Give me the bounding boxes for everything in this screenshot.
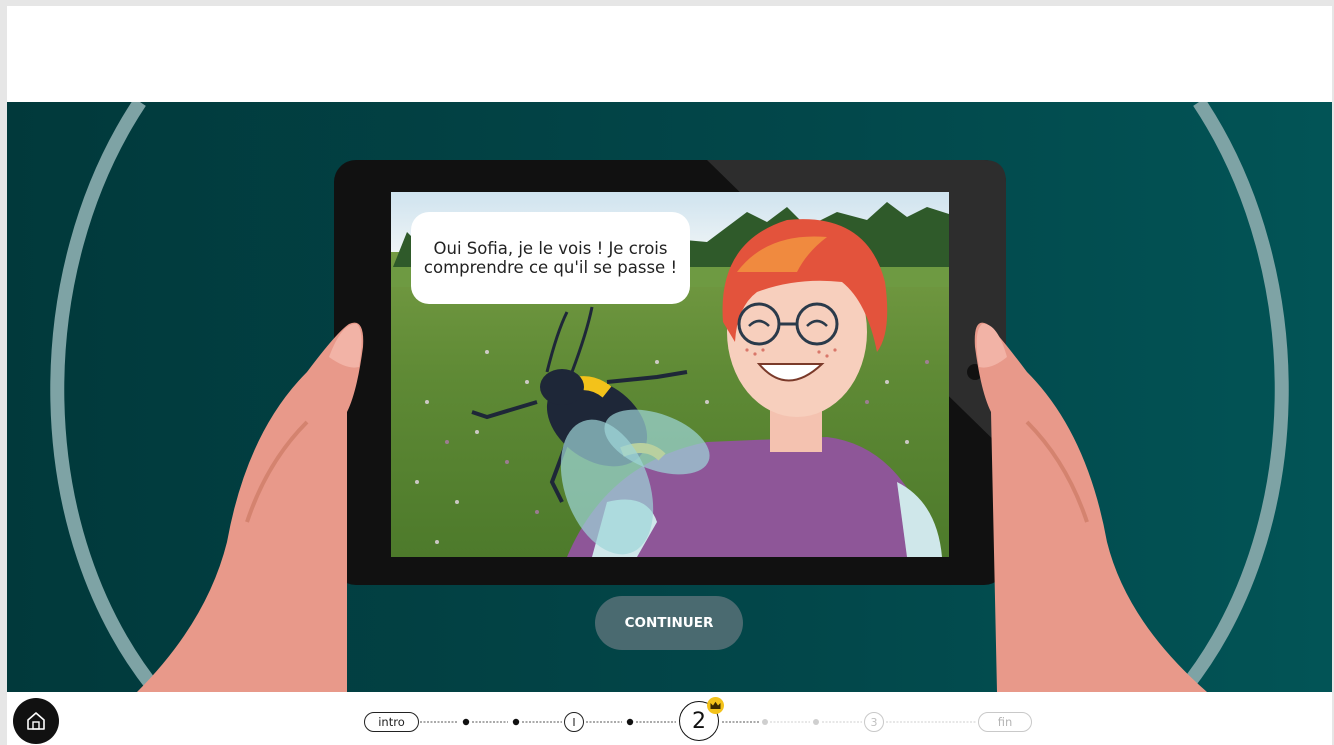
continue-button-label: CONTINUER xyxy=(624,615,714,631)
progress-dot xyxy=(762,719,768,725)
crown-badge xyxy=(707,697,724,714)
progress-chapter-1-label: I xyxy=(572,715,576,729)
progress-track xyxy=(420,718,976,726)
crown-icon xyxy=(710,701,721,709)
progress-chapter-3: 3 xyxy=(864,712,884,732)
progress-chapter-1[interactable]: I xyxy=(564,712,584,732)
progress-dot xyxy=(626,718,634,726)
progress-chapter-3-label: 3 xyxy=(870,715,878,729)
speech-bubble: Oui Sofia, je le vois ! Je crois compren… xyxy=(411,212,690,304)
progress-end: fin xyxy=(978,712,1032,732)
progress-intro[interactable]: intro xyxy=(364,712,419,732)
progress-end-label: fin xyxy=(997,715,1013,729)
progress-intro-label: intro xyxy=(378,715,405,729)
continue-button[interactable]: CONTINUER xyxy=(595,596,743,650)
progress-dot xyxy=(462,718,470,726)
scene-stage: Oui Sofia, je le vois ! Je crois compren… xyxy=(7,102,1332,692)
progress-dot xyxy=(512,718,520,726)
progress-dot xyxy=(813,719,819,725)
speech-bubble-text: Oui Sofia, je le vois ! Je crois compren… xyxy=(423,239,678,277)
progress-chapter-2-label: 2 xyxy=(692,708,706,734)
